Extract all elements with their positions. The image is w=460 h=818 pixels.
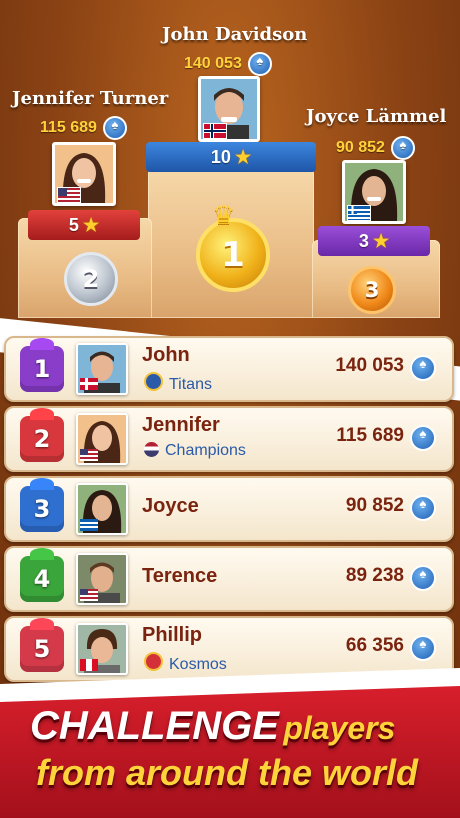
avatar bbox=[76, 623, 128, 675]
rank-number: 4 bbox=[33, 565, 51, 593]
podium-area: John Davidson 140 053 10★ 1 ♛ Jennifer T… bbox=[0, 0, 460, 340]
bronze-medal-icon: 3 bbox=[348, 266, 396, 314]
spade-coin-icon bbox=[410, 355, 436, 381]
table-row[interactable]: 2 Jennifer Champions 115 689 bbox=[4, 406, 454, 472]
star-icon: ★ bbox=[372, 230, 390, 251]
usa-flag-icon bbox=[57, 187, 81, 203]
third-level: 3 bbox=[358, 230, 369, 251]
star-icon: ★ bbox=[82, 214, 100, 235]
norway-flag-icon bbox=[203, 123, 227, 139]
gold-crown-icon: ♛ bbox=[212, 200, 236, 230]
second-player-name: Jennifer Turner bbox=[12, 88, 169, 109]
player-score: 140 053 bbox=[335, 355, 404, 376]
avatar bbox=[76, 553, 128, 605]
gift-box-icon: 4 bbox=[20, 556, 64, 602]
player-name: Phillip bbox=[142, 624, 202, 646]
team-name: Titans bbox=[169, 376, 212, 393]
greece-flag-icon bbox=[347, 205, 371, 221]
player-score: 115 689 bbox=[336, 425, 404, 446]
first-player-name: John Davidson bbox=[162, 24, 308, 45]
star-icon: ★ bbox=[234, 146, 252, 167]
second-score-value: 115 689 bbox=[40, 119, 97, 137]
banner-word-challenge: CHALLENGE bbox=[30, 704, 279, 748]
third-score-value: 90 852 bbox=[336, 139, 385, 157]
player-score: 89 238 bbox=[345, 565, 404, 586]
team-label: Kosmos bbox=[144, 652, 227, 674]
player-score: 66 356 bbox=[345, 635, 404, 656]
spade-coin-icon bbox=[410, 565, 436, 591]
avatar bbox=[76, 343, 128, 395]
gift-box-icon: 5 bbox=[20, 626, 64, 672]
banner-word-players: players bbox=[283, 710, 396, 746]
second-player-score: 115 689 bbox=[40, 116, 127, 140]
team-label: Titans bbox=[144, 372, 212, 394]
portrait-image bbox=[78, 555, 126, 603]
silver-medal-icon: 2 bbox=[64, 252, 118, 306]
banner-subline: from around the world bbox=[36, 752, 418, 793]
first-player-score: 140 053 bbox=[184, 52, 272, 76]
usa-team-icon bbox=[144, 442, 159, 457]
first-score-value: 140 053 bbox=[184, 55, 242, 73]
third-player-name: Joyce Lämmel bbox=[306, 106, 447, 127]
team-name: Kosmos bbox=[169, 656, 227, 673]
player-name: Joyce bbox=[142, 495, 199, 517]
first-player-photo[interactable] bbox=[198, 76, 260, 142]
avatar bbox=[76, 483, 128, 535]
portrait-image bbox=[78, 485, 126, 533]
silver-medal-number: 2 bbox=[82, 265, 100, 293]
gold-medal-number: 1 bbox=[221, 235, 245, 275]
banner-headline: CHALLENGE players bbox=[30, 704, 395, 749]
rank-number: 2 bbox=[33, 425, 51, 453]
spade-coin-icon bbox=[390, 136, 415, 160]
table-row[interactable]: 3 Joyce 90 852 bbox=[4, 476, 454, 542]
first-level: 10 bbox=[210, 146, 231, 167]
portrait-image bbox=[78, 625, 126, 673]
second-level: 5 bbox=[68, 214, 79, 235]
third-player-score: 90 852 bbox=[336, 136, 415, 160]
gift-box-icon: 3 bbox=[20, 486, 64, 532]
table-row[interactable]: 1 John Titans 140 053 bbox=[4, 336, 454, 402]
gift-box-icon: 1 bbox=[20, 346, 64, 392]
third-level-ribbon: 3 ★ bbox=[318, 226, 430, 256]
player-name: Jennifer bbox=[142, 414, 220, 436]
spade-coin-icon bbox=[410, 495, 436, 521]
second-player-photo[interactable] bbox=[52, 142, 116, 206]
player-name: John bbox=[142, 344, 190, 366]
player-name: Terence bbox=[142, 565, 218, 587]
portrait-image bbox=[78, 345, 126, 393]
first-level-ribbon: 10 ★ bbox=[146, 142, 316, 172]
portrait-image bbox=[78, 415, 126, 463]
heart-team-icon bbox=[144, 652, 163, 671]
table-row[interactable]: 4 Terence 89 238 bbox=[4, 546, 454, 612]
spade-coin-icon bbox=[247, 52, 272, 76]
spade-coin-icon bbox=[410, 425, 436, 451]
player-score: 90 852 bbox=[345, 495, 404, 516]
spade-coin-icon bbox=[102, 116, 127, 140]
third-player-photo[interactable] bbox=[342, 160, 406, 224]
spade-coin-icon bbox=[410, 635, 436, 661]
bronze-medal-number: 3 bbox=[364, 278, 380, 302]
team-shield-icon bbox=[144, 372, 163, 391]
rank-number: 3 bbox=[33, 495, 51, 523]
team-label: Champions bbox=[144, 442, 246, 460]
rank-number: 1 bbox=[33, 355, 51, 383]
rank-number: 5 bbox=[33, 635, 51, 663]
gift-box-icon: 2 bbox=[20, 416, 64, 462]
avatar bbox=[76, 413, 128, 465]
team-name: Champions bbox=[165, 442, 246, 459]
second-level-ribbon: 5 ★ bbox=[28, 210, 140, 240]
